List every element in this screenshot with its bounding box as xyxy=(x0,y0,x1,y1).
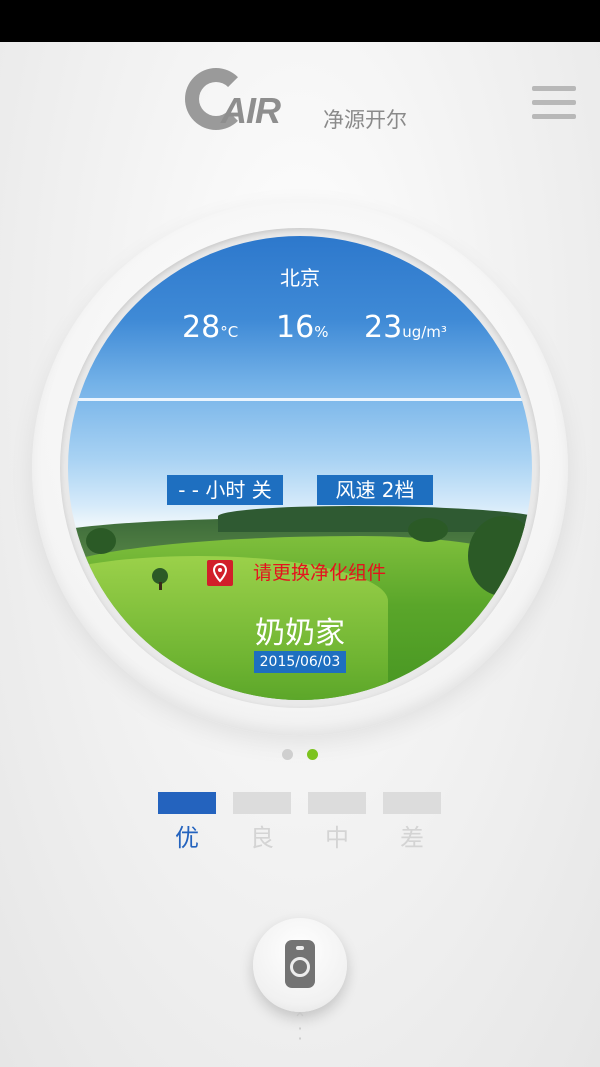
remote-control-button[interactable] xyxy=(253,918,347,1012)
humidity-unit: % xyxy=(314,323,329,341)
hamburger-icon[interactable] xyxy=(532,86,576,122)
app-logo: AIR 净源开尔 xyxy=(185,68,425,140)
quality-label-poor: 差 xyxy=(400,824,424,852)
tree-trunk xyxy=(159,582,162,590)
pm25-unit: ug/m³ xyxy=(402,323,447,341)
device-name: 奶奶家 xyxy=(255,616,345,651)
divider-line xyxy=(68,398,532,401)
temperature-value: 28 xyxy=(182,310,221,345)
quality-bar-moderate xyxy=(308,792,366,814)
logo-air-text: AIR xyxy=(221,90,281,131)
fan-speed-button[interactable]: 风速 2档 xyxy=(317,475,433,505)
chevron-up-icon[interactable]: ⌃ · · xyxy=(288,1011,312,1047)
brand-name: 净源开尔 xyxy=(323,108,407,132)
date-label: 2015/06/03 xyxy=(254,651,346,673)
warning-text: 请更换净化组件 xyxy=(253,562,387,584)
quality-bar-excellent xyxy=(158,792,216,814)
timer-button[interactable]: - - 小时 关 xyxy=(167,475,283,505)
humidity-value: 16 xyxy=(276,310,315,345)
city-label: 北京 xyxy=(280,266,320,290)
temperature-reading: 28°C xyxy=(182,310,238,345)
quality-label-excellent: 优 xyxy=(175,824,199,852)
humidity-reading: 16% xyxy=(276,310,328,345)
remote-control-icon xyxy=(285,940,315,988)
pm25-reading: 23ug/m³ xyxy=(364,310,447,345)
status-bar xyxy=(0,0,600,42)
quality-label-moderate: 中 xyxy=(325,824,349,852)
page-dot-1[interactable] xyxy=(282,749,293,760)
tree-mid xyxy=(408,518,448,542)
quality-bar-good xyxy=(233,792,291,814)
tree-right xyxy=(468,516,532,596)
page-dot-2[interactable] xyxy=(307,749,318,760)
tree-left xyxy=(86,528,116,554)
quality-bar-poor xyxy=(383,792,441,814)
pm25-value: 23 xyxy=(364,310,403,345)
location-pin-icon xyxy=(207,560,233,586)
temperature-unit: °C xyxy=(220,323,239,341)
quality-label-good: 良 xyxy=(250,824,274,852)
